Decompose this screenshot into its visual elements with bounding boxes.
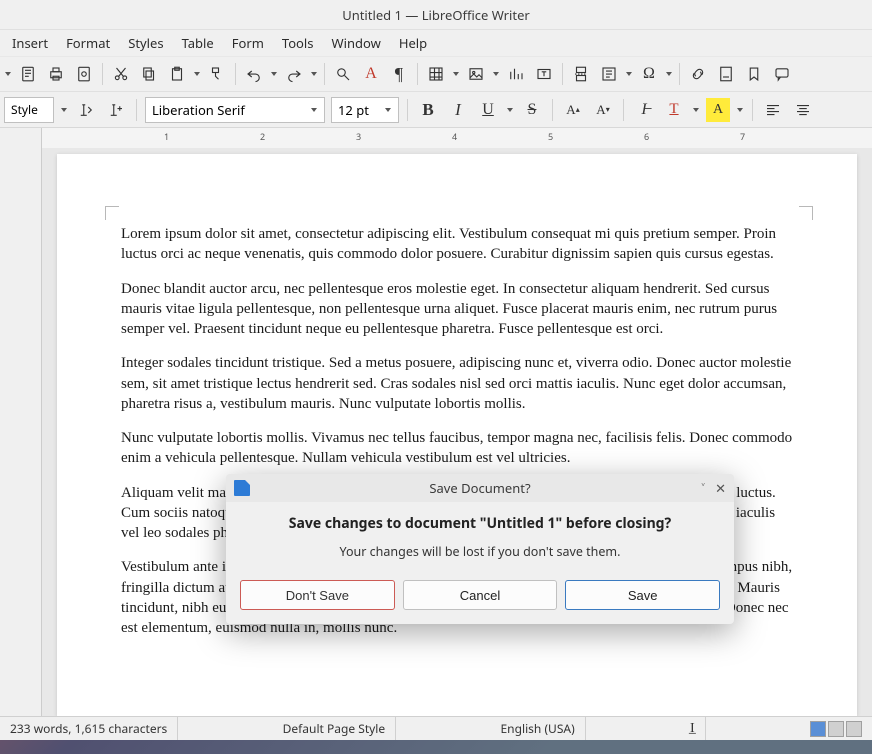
single-page-view-icon[interactable] (810, 721, 826, 737)
menu-insert[interactable]: Insert (4, 32, 56, 54)
paragraph[interactable]: Integer sodales tincidunt tristique. Sed… (121, 353, 797, 414)
print-preview-icon[interactable] (72, 62, 96, 86)
highlight-dropdown[interactable] (736, 108, 744, 112)
bookmark-icon[interactable] (742, 62, 766, 86)
insert-table-dropdown[interactable] (452, 72, 460, 76)
subscript-button[interactable]: A▾ (591, 98, 615, 122)
insert-table-icon[interactable] (424, 62, 448, 86)
font-name-dropdown[interactable] (310, 108, 318, 112)
insert-image-dropdown[interactable] (492, 72, 500, 76)
special-char-dropdown[interactable] (665, 72, 673, 76)
insert-cursor-icon: I̲ (690, 721, 695, 737)
bold-button[interactable]: B (416, 98, 440, 122)
menu-styles[interactable]: Styles (120, 32, 171, 54)
export-pdf-icon[interactable] (16, 62, 40, 86)
paste-dropdown[interactable] (193, 72, 201, 76)
hyperlink-icon[interactable] (686, 62, 710, 86)
insert-field-dropdown[interactable] (625, 72, 633, 76)
update-style-icon[interactable] (74, 98, 98, 122)
underline-dropdown[interactable] (506, 108, 514, 112)
underline-button[interactable]: U (476, 98, 500, 122)
find-icon[interactable] (331, 62, 355, 86)
toolbar-overflow-left[interactable] (4, 72, 12, 76)
menu-format[interactable]: Format (58, 32, 118, 54)
clone-formatting-icon[interactable] (205, 62, 229, 86)
paragraph[interactable]: Donec blandit auctor arcu, nec pellentes… (121, 279, 797, 340)
document-area: Lorem ipsum dolor sit amet, consectetur … (0, 148, 872, 716)
app-window: Untitled 1 — LibreOffice Writer Insert F… (0, 0, 872, 740)
status-page-style[interactable]: Default Page Style (273, 717, 397, 740)
copy-icon[interactable] (137, 62, 161, 86)
paste-icon[interactable] (165, 62, 189, 86)
paragraph[interactable]: Nunc vulputate lobortis mollis. Vivamus … (121, 428, 797, 469)
insert-chart-icon[interactable] (504, 62, 528, 86)
menu-window[interactable]: Window (324, 32, 389, 54)
font-size-combo[interactable]: 12 pt (331, 97, 399, 123)
font-size-dropdown[interactable] (384, 108, 392, 112)
new-style-icon[interactable] (104, 98, 128, 122)
superscript-button[interactable]: A▴ (561, 98, 585, 122)
undo-icon[interactable] (242, 62, 266, 86)
font-name-value: Liberation Serif (152, 101, 245, 119)
footnote-icon[interactable] (714, 62, 738, 86)
window-title: Untitled 1 — LibreOffice Writer (342, 6, 530, 24)
insert-textbox-icon[interactable] (532, 62, 556, 86)
font-size-value: 12 pt (338, 101, 369, 119)
insert-field-icon[interactable] (597, 62, 621, 86)
paragraph[interactable]: Lorem ipsum dolor sit amet, consectetur … (121, 224, 797, 265)
paragraph-style-combo[interactable]: Style (4, 97, 54, 123)
vertical-ruler[interactable] (0, 148, 42, 716)
paragraph-style-value: Style (11, 101, 38, 118)
book-view-icon[interactable] (846, 721, 862, 737)
multi-page-view-icon[interactable] (828, 721, 844, 737)
redo-icon[interactable] (282, 62, 306, 86)
standard-toolbar: A ¶ Ω (0, 56, 872, 92)
document-page[interactable]: Lorem ipsum dolor sit amet, consectetur … (57, 154, 857, 716)
strikethrough-button[interactable]: S (520, 98, 544, 122)
horizontal-ruler-row: 1 2 3 4 5 6 7 (0, 128, 872, 148)
menu-tools[interactable]: Tools (274, 32, 322, 54)
menu-form[interactable]: Form (224, 32, 272, 54)
insert-image-icon[interactable] (464, 62, 488, 86)
menubar: Insert Format Styles Table Form Tools Wi… (0, 30, 872, 56)
font-color-button[interactable]: T (662, 98, 686, 122)
align-left-button[interactable] (761, 98, 785, 122)
undo-dropdown[interactable] (270, 72, 278, 76)
titlebar: Untitled 1 — LibreOffice Writer (0, 0, 872, 30)
formatting-marks-icon[interactable]: ¶ (387, 62, 411, 86)
status-view-icons (800, 717, 872, 740)
status-language[interactable]: English (USA) (491, 717, 586, 740)
statusbar: 233 words, 1,615 characters Default Page… (0, 716, 872, 740)
align-center-button[interactable] (791, 98, 815, 122)
cut-icon[interactable] (109, 62, 133, 86)
italic-button[interactable]: I (446, 98, 470, 122)
menu-table[interactable]: Table (174, 32, 222, 54)
paragraph[interactable]: Vestibulum ante ipsum primis in faucibus… (121, 557, 797, 638)
font-color-dropdown[interactable] (692, 108, 700, 112)
formatting-toolbar: Style Liberation Serif 12 pt B I U S A▴ … (0, 92, 872, 128)
status-insert-mode[interactable]: I̲ (680, 717, 706, 740)
status-word-count[interactable]: 233 words, 1,615 characters (0, 717, 178, 740)
special-char-icon[interactable]: Ω (637, 62, 661, 86)
page-break-icon[interactable] (569, 62, 593, 86)
paragraph[interactable]: Aliquam velit massa, laoreet vel leo nec… (121, 483, 797, 544)
comment-icon[interactable] (770, 62, 794, 86)
print-icon[interactable] (44, 62, 68, 86)
menu-help[interactable]: Help (391, 32, 435, 54)
paragraph-style-dropdown[interactable] (60, 108, 68, 112)
spellcheck-icon[interactable]: A (359, 62, 383, 86)
redo-dropdown[interactable] (310, 72, 318, 76)
font-name-combo[interactable]: Liberation Serif (145, 97, 325, 123)
clear-formatting-icon[interactable]: I̶ (632, 98, 656, 122)
horizontal-ruler[interactable]: 1 2 3 4 5 6 7 (42, 128, 872, 148)
highlight-button[interactable]: A (706, 98, 730, 122)
